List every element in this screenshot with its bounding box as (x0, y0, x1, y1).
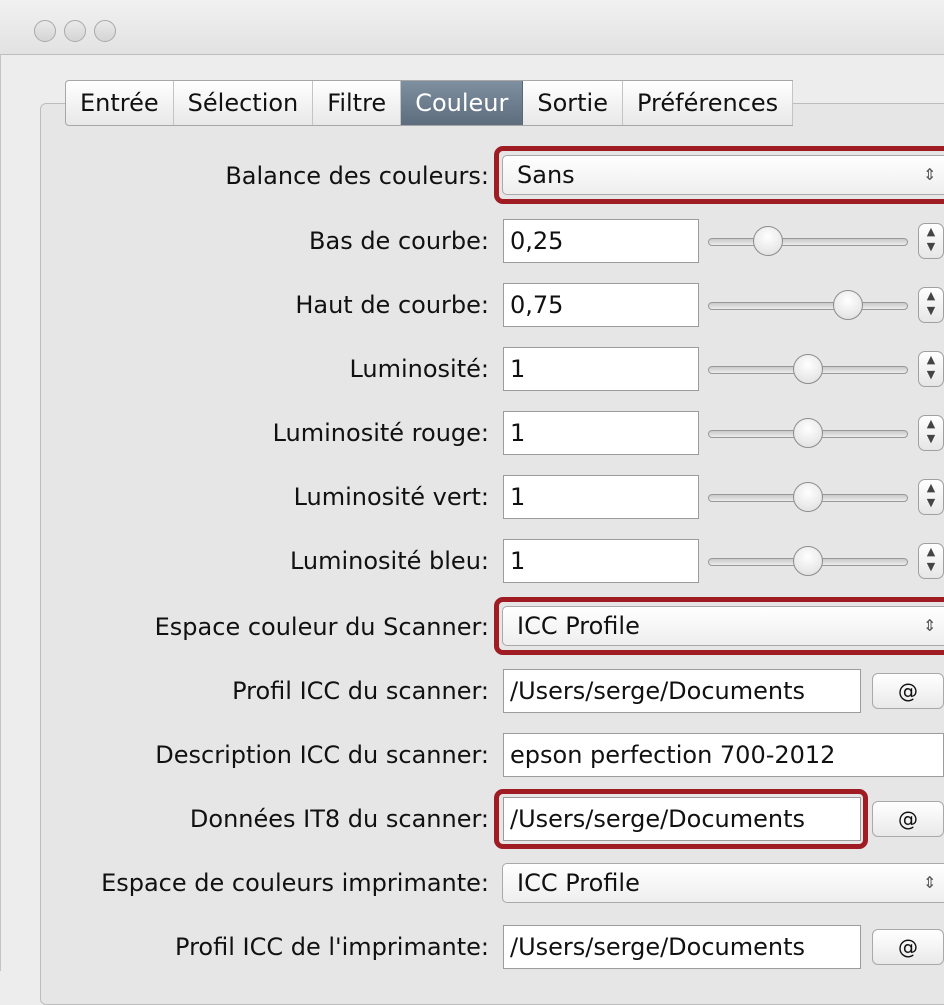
brightness-green-stepper[interactable]: ▲ ▼ (918, 479, 944, 515)
curve-high-field[interactable]: 0,75 (503, 283, 699, 327)
slider-knob[interactable] (793, 482, 823, 512)
curve-high-slider[interactable] (708, 290, 908, 320)
brightness-blue-slider[interactable] (708, 546, 908, 576)
color-balance-popup[interactable]: Sans ⇕ (502, 155, 944, 195)
brightness-red-label: Luminosité rouge: (272, 419, 489, 447)
curve-low-field[interactable]: 0,25 (503, 219, 699, 263)
scanner-color-space-popup[interactable]: ICC Profile ⇕ (502, 606, 944, 646)
tab-preferences[interactable]: Préférences (623, 81, 794, 125)
brightness-field[interactable]: 1 (503, 347, 699, 391)
printer-icc-profile-browse-button[interactable]: @ (872, 929, 944, 965)
scanner-icc-profile-browse-button[interactable]: @ (872, 673, 944, 709)
scanner-icc-profile-field[interactable]: /Users/serge/Documents (503, 669, 861, 713)
curve-high-label: Haut de courbe: (295, 291, 489, 319)
zoom-window-button[interactable] (94, 20, 116, 42)
brightness-green-field[interactable]: 1 (503, 475, 699, 519)
scanner-color-space-value: ICC Profile (517, 612, 640, 640)
printer-color-space-value: ICC Profile (517, 869, 640, 897)
color-balance-value: Sans (517, 161, 575, 189)
tab-entree[interactable]: Entrée (66, 81, 174, 125)
slider-track (708, 238, 908, 246)
minimize-window-button[interactable] (64, 20, 86, 42)
color-balance-label: Balance des couleurs: (225, 162, 489, 190)
slider-knob[interactable] (793, 546, 823, 576)
scanner-icc-description-label: Description ICC du scanner: (155, 741, 489, 769)
popup-arrows-icon: ⇕ (923, 616, 937, 635)
slider-knob[interactable] (753, 226, 783, 256)
scanner-it8-data-browse-button[interactable]: @ (872, 801, 944, 837)
tab-selection[interactable]: Sélection (174, 81, 314, 125)
tab-filtre[interactable]: Filtre (313, 81, 402, 125)
brightness-red-slider[interactable] (708, 418, 908, 448)
brightness-blue-label: Luminosité bleu: (289, 547, 489, 575)
slider-knob[interactable] (793, 354, 823, 384)
popup-arrows-icon: ⇕ (923, 873, 937, 892)
curve-low-label: Bas de courbe: (309, 227, 489, 255)
scanner-icc-profile-label: Profil ICC du scanner: (232, 677, 489, 705)
brightness-blue-stepper[interactable]: ▲ ▼ (918, 543, 944, 579)
window-titlebar (0, 0, 944, 55)
curve-low-stepper[interactable]: ▲ ▼ (918, 223, 944, 259)
brightness-label: Luminosité: (349, 355, 489, 383)
brightness-green-slider[interactable] (708, 482, 908, 512)
brightness-red-stepper[interactable]: ▲ ▼ (918, 415, 944, 451)
popup-arrows-icon: ⇕ (923, 165, 937, 184)
printer-icc-profile-field[interactable]: /Users/serge/Documents (503, 925, 861, 969)
slider-track (708, 302, 908, 310)
brightness-stepper[interactable]: ▲ ▼ (918, 351, 944, 387)
printer-color-space-popup[interactable]: ICC Profile ⇕ (502, 863, 944, 903)
window-left-edge (0, 54, 1, 971)
highlight-box (494, 789, 868, 849)
curve-high-stepper[interactable]: ▲ ▼ (918, 287, 944, 323)
curve-low-slider[interactable] (708, 226, 908, 256)
brightness-slider[interactable] (708, 354, 908, 384)
scanner-it8-data-label: Données IT8 du scanner: (189, 805, 489, 833)
printer-color-space-label: Espace de couleurs imprimante: (101, 869, 489, 897)
tab-couleur[interactable]: Couleur (401, 81, 524, 125)
slider-knob[interactable] (833, 290, 863, 320)
tab-sortie[interactable]: Sortie (523, 81, 623, 125)
brightness-green-label: Luminosité vert: (293, 483, 489, 511)
slider-knob[interactable] (793, 418, 823, 448)
scanner-icc-description-field[interactable]: epson perfection 700-2012 (503, 733, 944, 777)
close-window-button[interactable] (34, 20, 56, 42)
scanner-color-space-label: Espace couleur du Scanner: (154, 613, 489, 641)
printer-icc-profile-label: Profil ICC de l'imprimante: (175, 933, 489, 961)
brightness-blue-field[interactable]: 1 (503, 539, 699, 583)
tab-bar: Entrée Sélection Filtre Couleur Sortie P… (65, 80, 794, 126)
brightness-red-field[interactable]: 1 (503, 411, 699, 455)
